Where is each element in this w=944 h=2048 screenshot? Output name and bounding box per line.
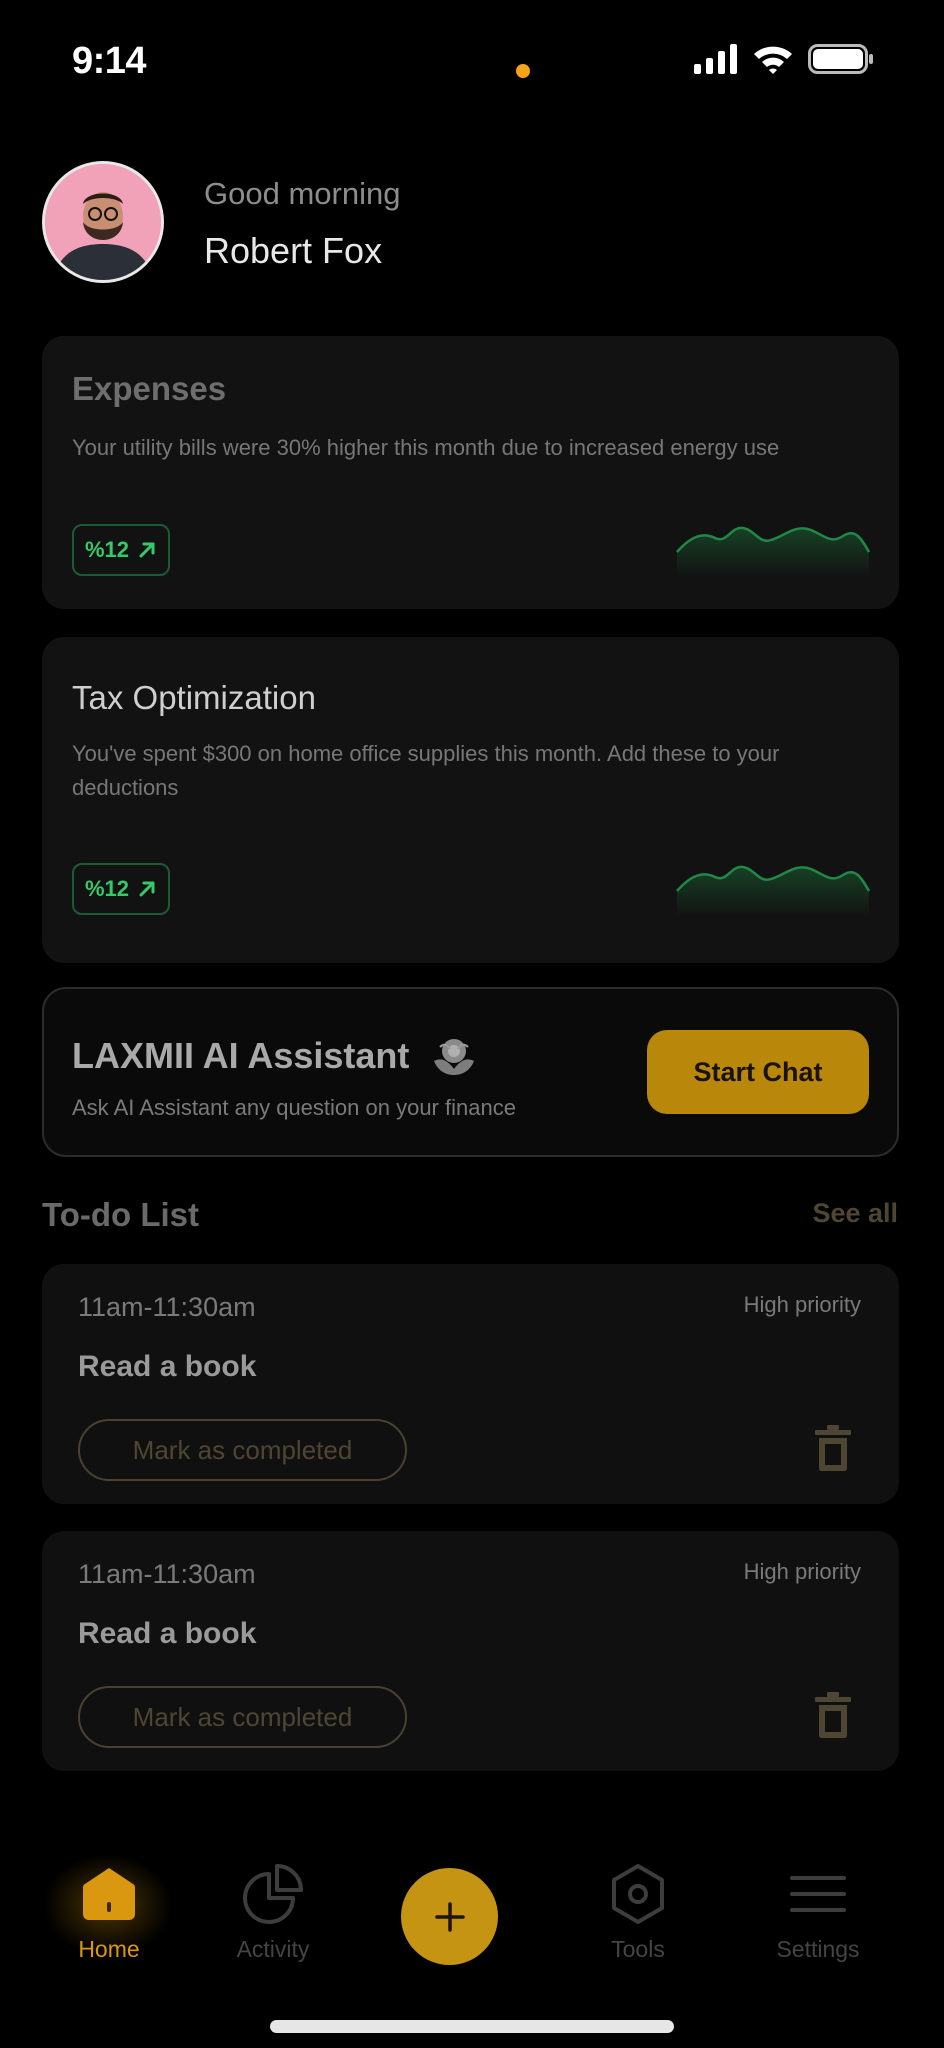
privacy-indicator-dot — [516, 64, 530, 78]
status-icons — [694, 44, 874, 74]
home-indicator[interactable] — [270, 2020, 674, 2033]
tab-home[interactable]: Home — [44, 1862, 174, 1963]
user-name: Robert Fox — [204, 230, 383, 271]
assistant-description: Ask AI Assistant any question on your fi… — [72, 1095, 516, 1120]
hexagon-icon — [612, 1864, 664, 1924]
wifi-icon — [754, 46, 792, 74]
todo-time: 11am-11:30am — [78, 1292, 256, 1322]
mark-completed-button[interactable]: Mark as completed — [78, 1419, 407, 1481]
card-title: Tax Optimization — [72, 679, 316, 716]
arrow-up-right-icon — [139, 881, 155, 897]
battery-icon — [808, 44, 873, 74]
todo-title: Read a book — [78, 1617, 257, 1650]
todo-priority: High priority — [743, 1559, 861, 1584]
sparkline — [676, 865, 871, 917]
plus-icon — [434, 1901, 465, 1932]
ai-assistant-card: LAXMII AI Assistant Ask AI Assistant any… — [42, 987, 899, 1157]
tab-label: Settings — [776, 1936, 860, 1962]
tab-label: Tools — [611, 1936, 665, 1962]
todo-title: Read a book — [78, 1350, 257, 1383]
see-all-link[interactable]: See all — [812, 1198, 898, 1229]
tab-activity[interactable]: Activity — [208, 1862, 338, 1963]
growth-badge: %12 — [72, 524, 170, 576]
tax-optimization-card[interactable]: Tax Optimization You've spent $300 on ho… — [42, 637, 899, 963]
assistant-title: LAXMII AI Assistant — [72, 1035, 410, 1076]
avatar[interactable] — [42, 161, 164, 283]
status-bar: 9:14 — [0, 0, 944, 120]
lotus-logo-icon — [434, 1039, 474, 1075]
card-title: Expenses — [72, 370, 227, 407]
trash-icon[interactable] — [813, 1424, 853, 1472]
sparkline — [676, 526, 871, 578]
add-button[interactable] — [401, 1868, 498, 1965]
cellular-signal-icon — [694, 44, 737, 74]
trash-icon[interactable] — [813, 1691, 853, 1739]
profile-photo — [45, 164, 161, 280]
badge-value: %12 — [84, 876, 130, 901]
home-icon — [83, 1868, 135, 1920]
mark-completed-button[interactable]: Mark as completed — [78, 1686, 407, 1748]
tab-label: Activity — [236, 1936, 310, 1962]
menu-icon — [790, 1876, 846, 1912]
card-description: You've spent $300 on home office supplie… — [72, 741, 780, 800]
todo-heading: To-do List — [42, 1196, 200, 1233]
todo-item[interactable]: 11am-11:30am High priority Read a book M… — [42, 1264, 899, 1504]
status-time: 9:14 — [72, 40, 147, 82]
tab-tools[interactable]: Tools — [573, 1862, 703, 1963]
card-description: Your utility bills were 30% higher this … — [72, 435, 780, 460]
start-chat-button[interactable]: Start Chat — [647, 1030, 869, 1114]
expenses-card[interactable]: Expenses Your utility bills were 30% hig… — [42, 336, 899, 609]
tab-settings[interactable]: Settings — [753, 1862, 883, 1963]
tab-label: Home — [78, 1936, 140, 1962]
todo-item[interactable]: 11am-11:30am High priority Read a book M… — [42, 1531, 899, 1771]
badge-value: %12 — [84, 537, 130, 562]
arrow-up-right-icon — [139, 542, 155, 558]
pie-chart-icon — [243, 1864, 303, 1924]
greeting-salutation: Good morning — [204, 176, 401, 211]
tab-bar: Home Activity Tools Settings — [0, 1840, 944, 2000]
todo-time: 11am-11:30am — [78, 1559, 256, 1589]
todo-priority: High priority — [743, 1292, 861, 1317]
growth-badge: %12 — [72, 863, 170, 915]
